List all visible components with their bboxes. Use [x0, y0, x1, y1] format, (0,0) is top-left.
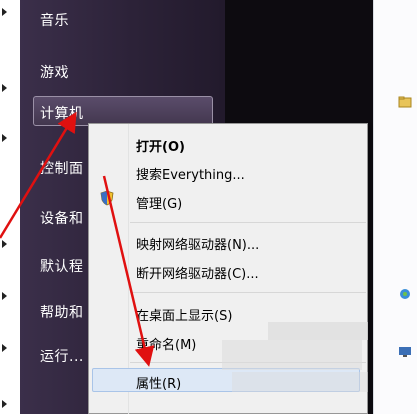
- control-panel-icon: [399, 347, 411, 357]
- context-menu-open[interactable]: 打开(O): [136, 136, 185, 155]
- left-edge-strip: [0, 0, 20, 414]
- start-menu-item-help[interactable]: 帮助和: [40, 302, 84, 322]
- context-menu-manage[interactable]: 管理(G): [136, 193, 182, 212]
- start-menu-item-default-programs[interactable]: 默认程: [40, 256, 84, 276]
- shield-icon: [100, 190, 114, 206]
- start-menu-item-run[interactable]: 运行...: [40, 346, 84, 366]
- start-menu-item-games[interactable]: 游戏: [40, 62, 69, 82]
- context-menu-search-everything[interactable]: 搜索Everything...: [136, 164, 245, 183]
- context-menu-disconnect-network-drive[interactable]: 断开网络驱动器(C)...: [136, 263, 259, 282]
- context-menu-show-on-desktop[interactable]: 在桌面上显示(S): [136, 305, 232, 324]
- context-menu-separator: [130, 222, 366, 223]
- start-menu-item-music[interactable]: 音乐: [40, 10, 69, 30]
- context-menu-rename[interactable]: 重命名(M): [136, 334, 196, 353]
- tree-bullet-icon: [2, 134, 7, 142]
- watermark-blur: [222, 340, 362, 370]
- tree-bullet-icon: [2, 8, 7, 16]
- start-menu-item-computer[interactable]: 计算机: [40, 103, 84, 123]
- explorer-background-pane: [373, 0, 417, 414]
- network-icon: [400, 289, 410, 299]
- folder-icon: [398, 96, 412, 108]
- tree-bullet-icon: [2, 400, 7, 408]
- tree-bullet-icon: [2, 240, 7, 248]
- context-menu-separator: [130, 292, 366, 293]
- start-menu-item-devices[interactable]: 设备和: [40, 208, 84, 228]
- tree-bullet-icon: [2, 344, 7, 352]
- watermark-blur: [268, 322, 368, 340]
- context-menu-properties[interactable]: 属性(R): [136, 373, 181, 392]
- start-menu-item-control-panel[interactable]: 控制面: [40, 158, 84, 178]
- tree-bullet-icon: [2, 292, 7, 300]
- context-menu-map-network-drive[interactable]: 映射网络驱动器(N)...: [136, 234, 259, 253]
- tree-bullet-icon: [2, 84, 7, 92]
- watermark-blur: [232, 372, 368, 392]
